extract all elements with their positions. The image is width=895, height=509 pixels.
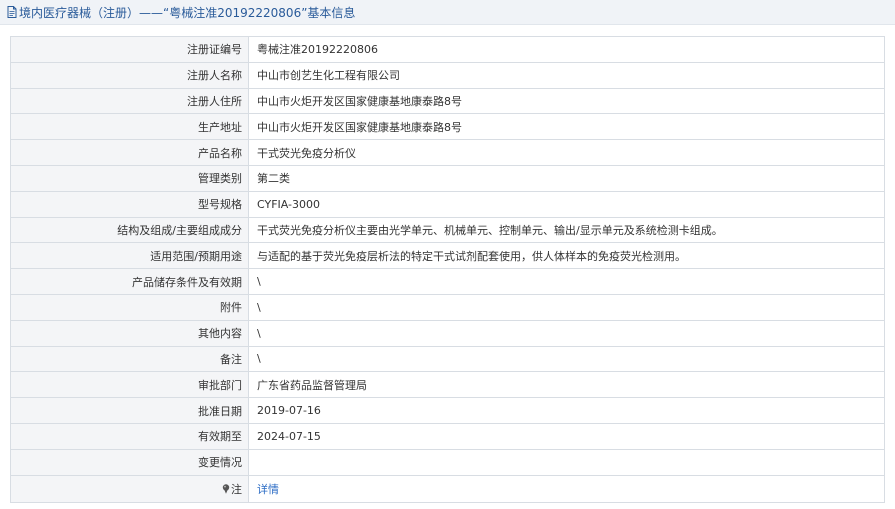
info-table: 注册证编号 粤械注准20192220806 注册人名称 中山市创艺生化工程有限公…	[10, 36, 885, 503]
note-label: 注	[231, 482, 242, 496]
field-value: \	[248, 345, 885, 373]
field-label: 注册人名称	[10, 61, 249, 89]
table-row: 型号规格 CYFIA-3000	[10, 190, 885, 218]
field-value: \	[248, 293, 885, 321]
page-title: 境内医疗器械（注册）——“粤械注准20192220806”基本信息	[19, 5, 356, 20]
field-label: 型号规格	[10, 190, 249, 218]
field-label: 其他内容	[10, 319, 249, 347]
field-label: 附件	[10, 293, 249, 321]
field-label: 变更情况	[10, 448, 249, 476]
field-label: 适用范围/预期用途	[10, 242, 249, 270]
field-label: 审批部门	[10, 371, 249, 399]
field-value: 中山市火炬开发区国家健康基地康泰路8号	[248, 87, 885, 115]
field-value: 中山市创艺生化工程有限公司	[248, 61, 885, 89]
field-value: 广东省药品监督管理局	[248, 371, 885, 399]
field-label: 注册人住所	[10, 87, 249, 115]
document-icon	[7, 6, 17, 18]
field-label: 有效期至	[10, 422, 249, 450]
table-row: 有效期至 2024-07-15	[10, 422, 885, 450]
table-row: 附件 \	[10, 293, 885, 321]
table-row: 批准日期 2019-07-16	[10, 397, 885, 424]
field-value: 2019-07-16	[248, 397, 885, 424]
table-row: 备注 \	[10, 345, 885, 373]
note-row: 注 详情	[10, 474, 885, 503]
field-value: \	[248, 268, 885, 295]
field-value: 2024-07-15	[248, 422, 885, 450]
field-value: 干式荧光免疫分析仪主要由光学单元、机械单元、控制单元、输出/显示单元及系统检测卡…	[248, 216, 885, 244]
table-row: 变更情况	[10, 448, 885, 476]
page-header: 境内医疗器械（注册）——“粤械注准20192220806”基本信息	[0, 0, 895, 25]
field-value: 中山市火炬开发区国家健康基地康泰路8号	[248, 113, 885, 141]
field-label: 注册证编号	[10, 36, 249, 63]
table-row: 审批部门 广东省药品监督管理局	[10, 371, 885, 399]
table-row: 注册人名称 中山市创艺生化工程有限公司	[10, 61, 885, 89]
field-value: 第二类	[248, 164, 885, 192]
table-row: 注册证编号 粤械注准20192220806	[10, 36, 885, 63]
table-row: 生产地址 中山市火炬开发区国家健康基地康泰路8号	[10, 113, 885, 141]
field-value: 干式荧光免疫分析仪	[248, 139, 885, 166]
table-row: 管理类别 第二类	[10, 164, 885, 192]
field-label: 产品名称	[10, 139, 249, 166]
note-value-cell: 详情	[248, 474, 885, 503]
field-value	[248, 448, 885, 476]
details-link[interactable]: 详情	[257, 483, 279, 496]
note-label-cell: 注	[10, 474, 249, 503]
table-row: 注册人住所 中山市火炬开发区国家健康基地康泰路8号	[10, 87, 885, 115]
field-label: 备注	[10, 345, 249, 373]
field-value: CYFIA-3000	[248, 190, 885, 218]
table-row: 其他内容 \	[10, 319, 885, 347]
field-label: 管理类别	[10, 164, 249, 192]
field-value: \	[248, 319, 885, 347]
pin-icon	[222, 483, 230, 494]
table-row: 产品名称 干式荧光免疫分析仪	[10, 139, 885, 166]
field-label: 生产地址	[10, 113, 249, 141]
field-label: 结构及组成/主要组成成分	[10, 216, 249, 244]
field-value: 粤械注准20192220806	[248, 36, 885, 63]
field-value: 与适配的基于荧光免疫层析法的特定干式试剂配套使用，供人体样本的免疫荧光检测用。	[248, 242, 885, 270]
field-label: 产品储存条件及有效期	[10, 268, 249, 295]
table-row: 产品储存条件及有效期 \	[10, 268, 885, 295]
table-row: 适用范围/预期用途 与适配的基于荧光免疫层析法的特定干式试剂配套使用，供人体样本…	[10, 242, 885, 270]
field-label: 批准日期	[10, 397, 249, 424]
table-row: 结构及组成/主要组成成分 干式荧光免疫分析仪主要由光学单元、机械单元、控制单元、…	[10, 216, 885, 244]
